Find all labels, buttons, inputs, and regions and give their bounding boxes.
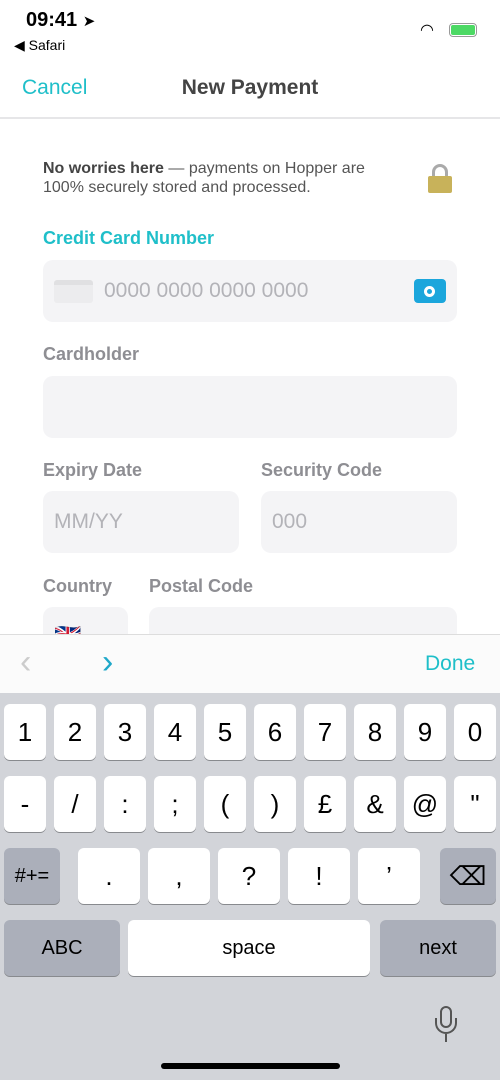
- location-icon: ➤: [82, 13, 96, 30]
- back-app-label: Safari: [28, 37, 66, 53]
- key-3[interactable]: 3: [104, 704, 146, 760]
- key-symbol[interactable]: ": [454, 776, 496, 832]
- country-label: Country: [43, 576, 112, 596]
- key-2[interactable]: 2: [54, 704, 96, 760]
- space-key[interactable]: space: [128, 920, 370, 976]
- key-symbol[interactable]: ;: [154, 776, 196, 832]
- key-punctuation[interactable]: ’: [358, 848, 420, 904]
- time: 09:41: [26, 9, 78, 31]
- camera-icon[interactable]: [414, 279, 446, 303]
- input-accessory-toolbar: ‹ › Done: [0, 634, 500, 693]
- key-punctuation[interactable]: !: [288, 848, 350, 904]
- delete-key[interactable]: ⌫: [440, 848, 496, 904]
- security-notice: No worries here — payments on Hopper are…: [43, 159, 393, 197]
- next-key[interactable]: next: [380, 920, 496, 976]
- key-symbol[interactable]: @: [404, 776, 446, 832]
- key-symbol[interactable]: -: [4, 776, 46, 832]
- key-6[interactable]: 6: [254, 704, 296, 760]
- key-5[interactable]: 5: [204, 704, 246, 760]
- key-symbol[interactable]: /: [54, 776, 96, 832]
- key-symbol[interactable]: :: [104, 776, 146, 832]
- cardholder-input[interactable]: [43, 376, 457, 438]
- back-to-safari[interactable]: ◀ Safari: [14, 37, 65, 54]
- next-field-button[interactable]: ›: [102, 643, 113, 682]
- battery-icon: [449, 23, 477, 37]
- page-title: New Payment: [181, 76, 319, 99]
- key-symbol[interactable]: (: [204, 776, 246, 832]
- expiry-placeholder: MM/YY: [54, 510, 123, 533]
- abc-key[interactable]: ABC: [4, 920, 120, 976]
- previous-field-button[interactable]: ‹: [20, 643, 31, 682]
- key-0[interactable]: 0: [454, 704, 496, 760]
- key-symbol[interactable]: ): [254, 776, 296, 832]
- wifi-icon: ◠: [420, 22, 434, 39]
- expiry-label: Expiry Date: [43, 460, 143, 480]
- key-1[interactable]: 1: [4, 704, 46, 760]
- lock-icon: [428, 164, 452, 193]
- cardholder-label: Cardholder: [43, 344, 140, 364]
- home-indicator: [161, 1063, 340, 1069]
- done-button[interactable]: Done: [425, 652, 475, 676]
- key-7[interactable]: 7: [304, 704, 346, 760]
- security-code-label: Security Code: [261, 460, 383, 480]
- microphone-icon[interactable]: [435, 1006, 457, 1046]
- key-punctuation[interactable]: .: [78, 848, 140, 904]
- expiry-input[interactable]: MM/YY: [43, 491, 239, 553]
- key-symbol[interactable]: £: [304, 776, 346, 832]
- security-code-input[interactable]: 000: [261, 491, 457, 553]
- postal-code-label: Postal Code: [149, 576, 254, 596]
- key-punctuation[interactable]: ,: [148, 848, 210, 904]
- status-time: 09:41 ➤: [26, 9, 95, 32]
- security-code-placeholder: 000: [272, 510, 308, 533]
- nav-divider: [0, 117, 500, 119]
- key-8[interactable]: 8: [354, 704, 396, 760]
- key-9[interactable]: 9: [404, 704, 446, 760]
- credit-card-icon: [54, 280, 93, 303]
- key-symbol[interactable]: &: [354, 776, 396, 832]
- notice-bold: No worries here: [43, 160, 164, 177]
- key-4[interactable]: 4: [154, 704, 196, 760]
- keyboard: 1 -2 /3:4; 5 (6) 7 £8 & 9 @0 " #+=.,?!’ ⌫ ABC space nex…: [0, 693, 500, 1080]
- key-punctuation[interactable]: ?: [218, 848, 280, 904]
- card-number-input[interactable]: 0000 0000 0000 0000: [43, 260, 457, 322]
- card-number-label: Credit Card Number: [43, 228, 215, 248]
- more-symbols-key[interactable]: #+=: [4, 848, 60, 904]
- card-number-placeholder: 0000 0000 0000 0000: [104, 279, 309, 302]
